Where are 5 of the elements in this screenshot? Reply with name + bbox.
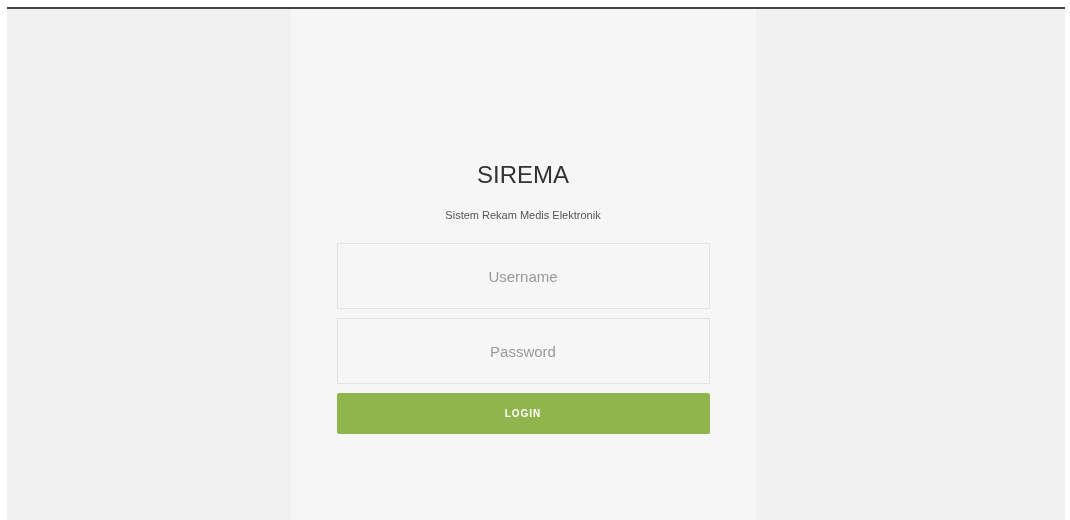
input-field[interactable]: Username bbox=[336, 243, 710, 309]
app-subtitle: Sistem Rekam Medis Elektronik bbox=[445, 208, 601, 223]
input-field[interactable]: Password bbox=[336, 318, 710, 384]
login-button[interactable]: LOGIN bbox=[336, 393, 710, 434]
app-title: SIREMA bbox=[477, 160, 569, 190]
